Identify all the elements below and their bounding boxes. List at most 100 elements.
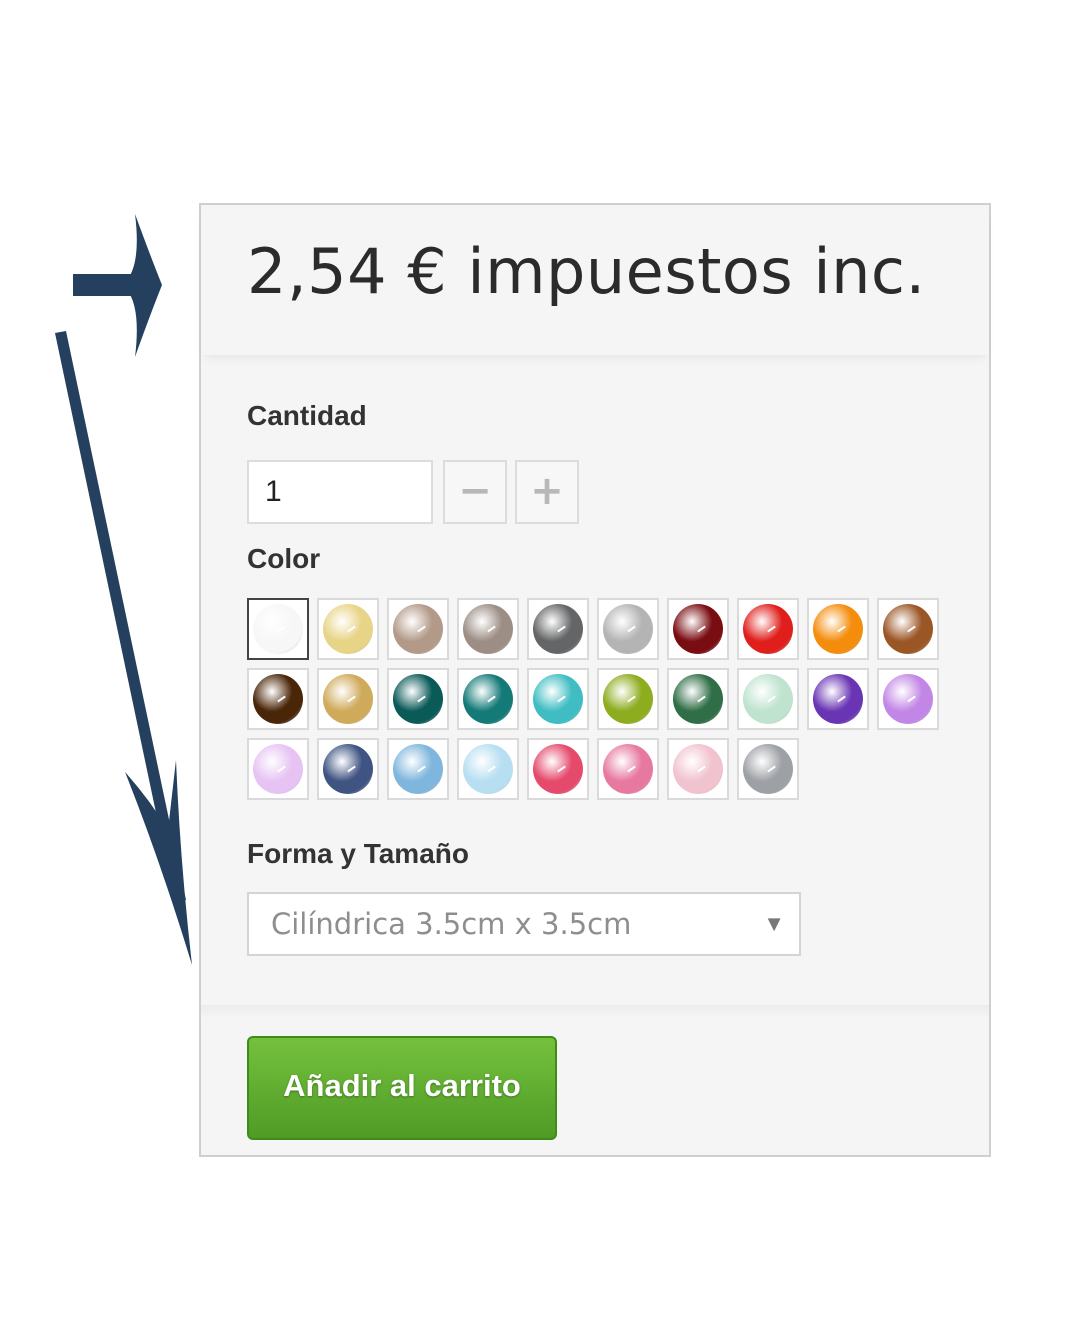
candle-color-image xyxy=(393,744,443,794)
candle-wick xyxy=(697,625,706,633)
quantity-input[interactable]: 1 xyxy=(247,460,433,524)
color-swatch[interactable] xyxy=(527,668,589,730)
candle-color-image xyxy=(743,744,793,794)
candle-color-image xyxy=(463,744,513,794)
candle-wick xyxy=(697,765,706,773)
candle-wick xyxy=(767,765,776,773)
color-swatch[interactable] xyxy=(247,598,309,660)
candle-wick xyxy=(347,695,356,703)
color-swatch[interactable] xyxy=(737,668,799,730)
candle-color-image xyxy=(253,604,303,654)
color-swatch[interactable] xyxy=(387,598,449,660)
candle-wick xyxy=(907,625,916,633)
candle-wick xyxy=(347,625,356,633)
arrow-right-head xyxy=(122,214,162,357)
price-box: 2,54 € impuestos inc. xyxy=(201,205,989,355)
color-swatch[interactable] xyxy=(807,668,869,730)
candle-color-image xyxy=(603,604,653,654)
color-swatch[interactable] xyxy=(877,668,939,730)
candle-color-image xyxy=(323,744,373,794)
section-divider xyxy=(201,1005,989,1019)
candle-color-image xyxy=(253,674,303,724)
candle-wick xyxy=(907,695,916,703)
candle-wick xyxy=(557,765,566,773)
candle-color-image xyxy=(463,674,513,724)
candle-wick xyxy=(627,625,636,633)
candle-color-image xyxy=(813,674,863,724)
dropdown-arrow-icon: ▼ xyxy=(763,911,785,936)
candle-color-image xyxy=(463,604,513,654)
color-swatch[interactable] xyxy=(527,598,589,660)
candle-wick xyxy=(697,695,706,703)
candle-wick xyxy=(277,695,286,703)
candle-color-image xyxy=(533,674,583,724)
candle-color-image xyxy=(533,744,583,794)
candle-wick xyxy=(487,625,496,633)
color-swatch[interactable] xyxy=(597,738,659,800)
color-swatch[interactable] xyxy=(387,738,449,800)
candle-color-image xyxy=(533,604,583,654)
candle-wick xyxy=(837,625,846,633)
candle-wick xyxy=(417,765,426,773)
color-swatch[interactable] xyxy=(317,598,379,660)
arrow-down-shaft xyxy=(55,331,186,903)
color-swatch[interactable] xyxy=(457,598,519,660)
color-swatch[interactable] xyxy=(317,668,379,730)
candle-wick xyxy=(557,695,566,703)
candle-wick xyxy=(487,765,496,773)
quantity-increase-button[interactable]: + xyxy=(515,460,579,524)
product-price: 2,54 € impuestos inc. xyxy=(247,235,926,308)
candle-wick xyxy=(837,695,846,703)
candle-color-image xyxy=(743,604,793,654)
color-swatch[interactable] xyxy=(807,598,869,660)
candle-color-image xyxy=(883,604,933,654)
arrow-down-head xyxy=(125,760,192,965)
candle-color-image xyxy=(603,744,653,794)
candle-color-image xyxy=(253,744,303,794)
product-purchase-panel: 2,54 € impuestos inc. Cantidad 1 − + Col… xyxy=(199,203,991,1157)
shape-size-select[interactable]: Cilíndrica 3.5cm x 3.5cm ▼ xyxy=(247,892,801,956)
color-label: Color xyxy=(247,543,321,574)
candle-wick xyxy=(627,765,636,773)
quantity-label: Cantidad xyxy=(247,400,367,431)
color-swatch[interactable] xyxy=(597,668,659,730)
shape-size-label: Forma y Tamaño xyxy=(247,838,469,869)
candle-color-image xyxy=(743,674,793,724)
candle-color-image xyxy=(323,604,373,654)
color-swatch[interactable] xyxy=(877,598,939,660)
candle-wick xyxy=(417,625,426,633)
color-swatch[interactable] xyxy=(387,668,449,730)
color-swatch[interactable] xyxy=(667,598,729,660)
color-swatch[interactable] xyxy=(247,668,309,730)
candle-color-image xyxy=(673,674,723,724)
color-swatch[interactable] xyxy=(667,668,729,730)
color-swatch[interactable] xyxy=(667,738,729,800)
candle-wick xyxy=(487,695,496,703)
candle-color-image xyxy=(673,744,723,794)
candle-wick xyxy=(767,695,776,703)
color-swatch[interactable] xyxy=(457,738,519,800)
arrow-right-shaft xyxy=(73,274,145,296)
color-swatch[interactable] xyxy=(597,598,659,660)
candle-color-image xyxy=(883,674,933,724)
candle-color-image xyxy=(813,604,863,654)
candle-color-image xyxy=(603,674,653,724)
candle-wick xyxy=(277,625,286,633)
candle-wick xyxy=(277,765,286,773)
candle-color-image xyxy=(393,604,443,654)
candle-color-image xyxy=(393,674,443,724)
candle-wick xyxy=(767,625,776,633)
color-swatch[interactable] xyxy=(737,738,799,800)
color-swatch[interactable] xyxy=(247,738,309,800)
candle-color-image xyxy=(323,674,373,724)
shape-size-selected-value: Cilíndrica 3.5cm x 3.5cm xyxy=(271,907,632,941)
color-swatch[interactable] xyxy=(317,738,379,800)
quantity-decrease-button[interactable]: − xyxy=(443,460,507,524)
color-swatch[interactable] xyxy=(527,738,589,800)
color-swatch[interactable] xyxy=(457,668,519,730)
candle-color-image xyxy=(673,604,723,654)
color-swatch[interactable] xyxy=(737,598,799,660)
candle-wick xyxy=(557,625,566,633)
add-to-cart-button[interactable]: Añadir al carrito xyxy=(247,1036,557,1140)
candle-wick xyxy=(627,695,636,703)
